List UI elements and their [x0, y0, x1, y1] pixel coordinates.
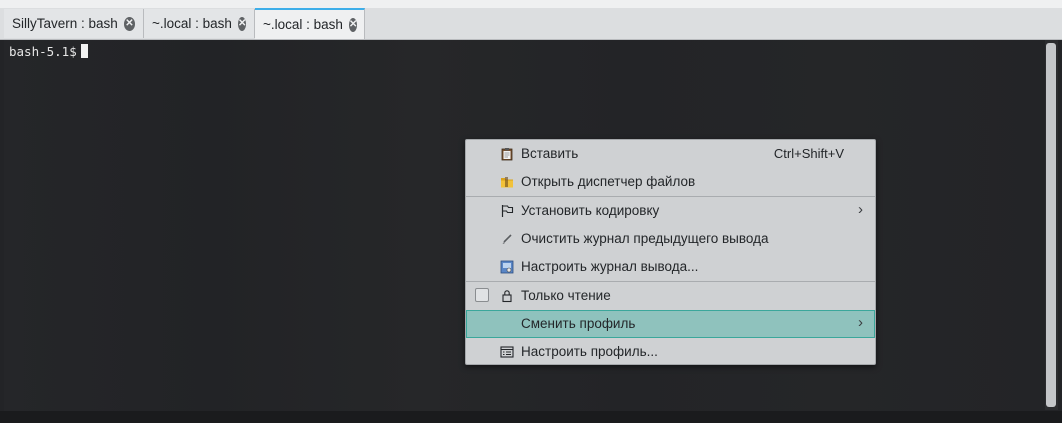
- menu-item-paste[interactable]: Вставить Ctrl+Shift+V: [466, 140, 875, 168]
- menu-item-set-encoding[interactable]: Установить кодировку ›: [466, 197, 875, 225]
- menu-item-label: Установить кодировку: [521, 203, 660, 218]
- menu-item-label: Очистить журнал предыдущего вывода: [521, 231, 769, 246]
- close-tab-icon[interactable]: ✕: [237, 16, 247, 31]
- tab-label: ~.local : bash: [152, 16, 232, 31]
- menu-item-read-only[interactable]: Только чтение: [466, 282, 875, 310]
- text-cursor: [80, 44, 88, 58]
- terminal-prompt: bash-5.1$: [9, 44, 88, 59]
- close-tab-icon[interactable]: ✕: [348, 17, 358, 32]
- clipboard-icon: [501, 148, 513, 161]
- menu-item-configure-history[interactable]: Настроить журнал вывода...: [466, 253, 875, 281]
- menu-item-label: Только чтение: [521, 288, 611, 303]
- submenu-arrow-icon: ›: [858, 314, 863, 331]
- tab-sillytavern[interactable]: SillyTavern : bash ✕: [4, 9, 144, 38]
- menu-item-label: Настроить журнал вывода...: [521, 259, 699, 274]
- profile-list-icon: [500, 346, 514, 358]
- window-bottom-edge: [0, 411, 1062, 423]
- menu-item-open-file-manager[interactable]: Открыть диспетчер файлов: [466, 168, 875, 196]
- menu-item-label: Сменить профиль: [521, 316, 636, 331]
- flag-icon: [501, 205, 514, 217]
- menu-item-label: Открыть диспетчер файлов: [521, 174, 696, 189]
- context-menu: Вставить Ctrl+Shift+V Открыть диспетчер …: [465, 139, 876, 365]
- settings-image-icon: [500, 260, 514, 274]
- tab-local-2[interactable]: ~.local : bash ✕: [255, 8, 365, 39]
- scrollbar-thumb[interactable]: [1046, 43, 1056, 407]
- tab-label: ~.local : bash: [263, 17, 343, 32]
- tab-label: SillyTavern : bash: [12, 16, 118, 31]
- scrollbar[interactable]: [1045, 40, 1058, 410]
- submenu-arrow-icon: ›: [858, 201, 863, 218]
- menu-item-configure-profile[interactable]: Настроить профиль...: [466, 338, 875, 366]
- lock-icon: [502, 290, 512, 303]
- tab-bar: SillyTavern : bash ✕ ~.local : bash ✕ ~.…: [0, 8, 1062, 40]
- menu-item-clear-history[interactable]: Очистить журнал предыдущего вывода: [466, 225, 875, 253]
- tab-local-1[interactable]: ~.local : bash ✕: [144, 9, 255, 38]
- menu-item-switch-profile[interactable]: Сменить профиль ›: [466, 310, 875, 338]
- brush-icon: [502, 234, 512, 244]
- read-only-checkbox[interactable]: [475, 288, 489, 302]
- close-tab-icon[interactable]: ✕: [123, 16, 135, 31]
- menu-item-label: Настроить профиль...: [521, 344, 658, 359]
- folder-icon: [501, 177, 513, 188]
- shortcut-label: Ctrl+Shift+V: [773, 146, 844, 161]
- menu-item-label: Вставить: [521, 146, 579, 161]
